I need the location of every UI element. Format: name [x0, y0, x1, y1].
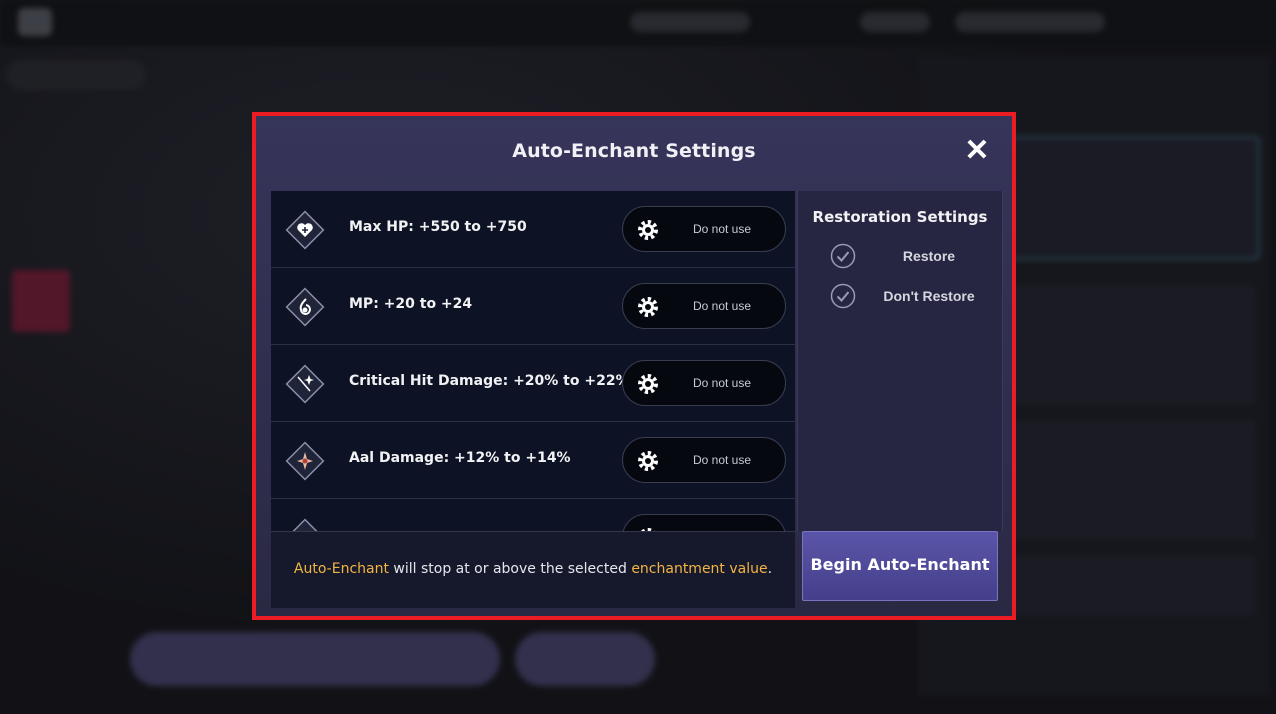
- option-setting-button[interactable]: [622, 514, 786, 531]
- close-icon[interactable]: ✕: [962, 136, 992, 166]
- restore-option-label: Restore: [902, 248, 956, 264]
- note-highlight: Auto-Enchant: [293, 561, 389, 577]
- gear-icon: [638, 297, 658, 317]
- dont-restore-option[interactable]: Don't Restore: [830, 283, 990, 311]
- option-setting-button[interactable]: Do not use: [622, 360, 786, 406]
- list-item: Max HP: +550 to +750 Do not use: [271, 191, 795, 268]
- note-highlight: enchantment value: [631, 561, 768, 577]
- option-setting-value: Do not use: [692, 222, 752, 236]
- list-item: MP: +20 to +24 Do not use: [271, 268, 795, 345]
- dont-restore-option-label: Don't Restore: [883, 288, 975, 304]
- option-label: MP: +20 to +24: [349, 296, 473, 312]
- option-setting-button[interactable]: Do not use: [622, 206, 786, 252]
- check-circle-icon: [830, 283, 856, 309]
- info-note-area: Auto-Enchant will stop at or above the s…: [271, 531, 795, 608]
- begin-button-label: Begin Auto-Enchant: [810, 555, 990, 574]
- begin-auto-enchant-button[interactable]: Begin Auto-Enchant: [802, 531, 998, 601]
- option-setting-button[interactable]: Do not use: [622, 437, 786, 483]
- option-setting-value: Do not use: [692, 299, 752, 313]
- modal-title: Auto-Enchant Settings: [512, 140, 756, 162]
- restoration-title: Restoration Settings: [812, 208, 988, 226]
- restoration-settings-panel: Restoration Settings Restore Don't Resto…: [797, 191, 1003, 531]
- list-item: [271, 499, 795, 531]
- heart-icon: [285, 210, 325, 250]
- note-text: will stop at or above the selected: [388, 561, 632, 577]
- option-label: Max HP: +550 to +750: [349, 219, 527, 235]
- info-note: Auto-Enchant will stop at or above the s…: [271, 561, 795, 577]
- restore-option[interactable]: Restore: [830, 243, 990, 271]
- gear-icon: [638, 220, 658, 240]
- mp-drop-icon: [285, 287, 325, 327]
- option-label: Aal Damage: +12% to +14%: [349, 450, 571, 466]
- critical-spark-icon: [285, 364, 325, 404]
- stat-icon: [285, 518, 325, 531]
- enchant-options-list[interactable]: Max HP: +550 to +750 Do not use MP: +20 …: [271, 191, 795, 531]
- aal-burst-icon: [285, 441, 325, 481]
- check-circle-icon: [830, 243, 856, 269]
- list-item: Aal Damage: +12% to +14% Do not use: [271, 422, 795, 499]
- list-item: Critical Hit Damage: +20% to +22% Do not…: [271, 345, 795, 422]
- note-text: .: [767, 561, 773, 577]
- gear-icon: [638, 374, 658, 394]
- modal-body: Auto-Enchant Settings ✕ Max HP: +550 to …: [256, 116, 1012, 616]
- gear-icon: [638, 451, 658, 471]
- auto-enchant-settings-modal: Auto-Enchant Settings ✕ Max HP: +550 to …: [252, 112, 1016, 620]
- option-label: Critical Hit Damage: +20% to +22%: [349, 373, 630, 389]
- option-setting-value: Do not use: [692, 376, 752, 390]
- option-setting-button[interactable]: Do not use: [622, 283, 786, 329]
- option-setting-value: Do not use: [692, 453, 752, 467]
